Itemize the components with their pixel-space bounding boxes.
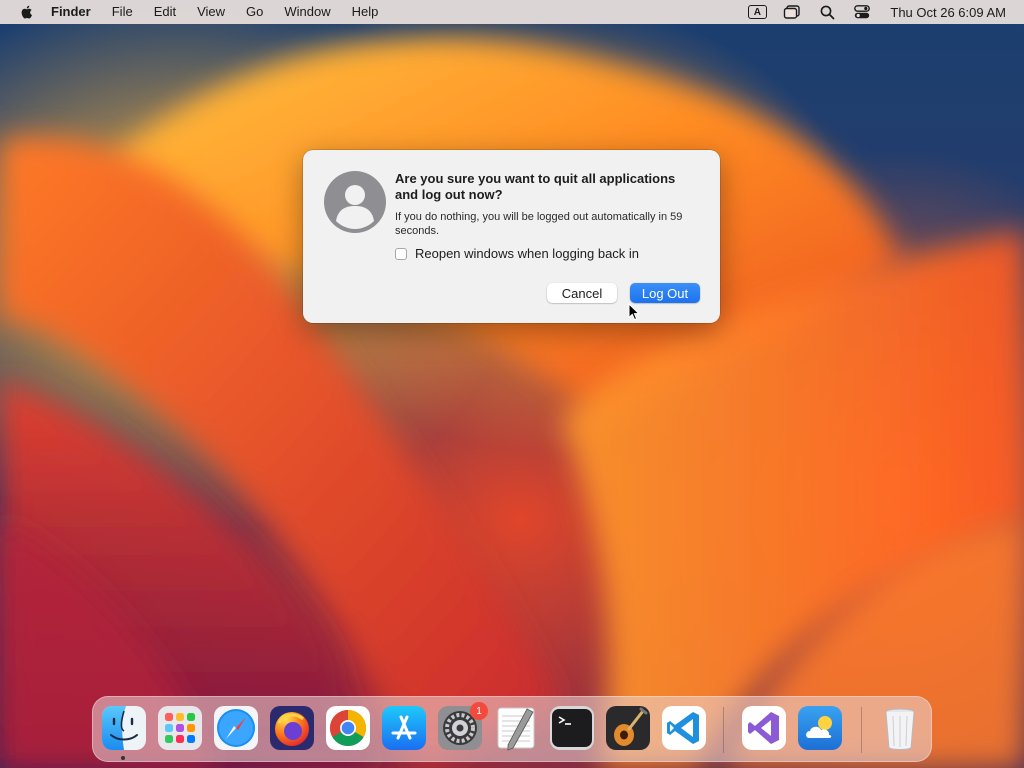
reopen-windows-option[interactable]: Reopen windows when logging back in [395,246,639,261]
terminal-icon [550,706,594,750]
vscode-icon [662,706,706,750]
dock-item-safari[interactable] [213,705,259,751]
safari-icon [214,706,258,750]
dock-item-app-store[interactable] [381,705,427,751]
menu-bar: Finder File Edit View Go Window Help A T… [0,0,1024,24]
dock-item-trash[interactable] [877,705,923,751]
dock-item-visual-studio[interactable] [741,705,787,751]
menu-file[interactable]: File [112,0,133,24]
dock-divider [861,707,862,753]
menu-edit[interactable]: Edit [154,0,176,24]
dock-item-textedit[interactable] [493,705,539,751]
dialog-title: Are you sure you want to quit all applic… [395,171,676,202]
dock: 1 [92,696,932,762]
weather-icon [798,706,842,750]
cancel-button[interactable]: Cancel [547,283,617,303]
dialog-message: If you do nothing, you will be logged ou… [395,211,683,237]
mouse-cursor-icon [628,303,640,321]
input-source-icon[interactable]: A [747,4,767,20]
visual-studio-icon [742,706,786,750]
dock-item-garageband[interactable] [605,705,651,751]
reopen-windows-checkbox[interactable] [395,247,407,260]
spotlight-search-icon[interactable] [817,4,837,20]
menu-go[interactable]: Go [246,0,263,24]
textedit-icon [497,707,535,751]
dock-item-launchpad[interactable] [157,705,203,751]
finder-icon [102,706,146,750]
apple-logo-icon[interactable] [19,4,35,20]
chrome-icon [326,706,370,750]
menu-app-name[interactable]: Finder [51,0,91,24]
launchpad-icon [158,706,202,750]
dock-item-finder[interactable] [101,705,147,751]
menu-clock[interactable]: Thu Oct 26 6:09 AM [890,5,1006,20]
menu-help[interactable]: Help [352,0,379,24]
desktop-wallpaper [0,0,1024,768]
dock-item-chrome[interactable] [325,705,371,751]
dock-divider [723,707,724,753]
dock-item-terminal[interactable] [549,705,595,751]
input-source-label: A [747,5,767,19]
dock-item-firefox[interactable] [269,705,315,751]
control-center-icon[interactable] [852,4,872,20]
menu-view[interactable]: View [197,0,225,24]
system-settings-badge: 1 [470,702,488,720]
finder-running-indicator [121,756,125,760]
logout-confirmation-dialog: Are you sure you want to quit all applic… [303,150,720,323]
dock-item-vscode[interactable] [661,705,707,751]
user-avatar-icon [324,171,386,233]
firefox-icon [270,706,314,750]
reopen-windows-label[interactable]: Reopen windows when logging back in [415,246,639,261]
menu-window[interactable]: Window [284,0,330,24]
stage-manager-icon[interactable] [782,4,802,20]
log-out-button[interactable]: Log Out [630,283,700,303]
trash-icon [885,708,915,750]
dock-item-weather[interactable] [797,705,843,751]
app-store-icon [382,706,426,750]
garageband-icon [606,706,650,750]
